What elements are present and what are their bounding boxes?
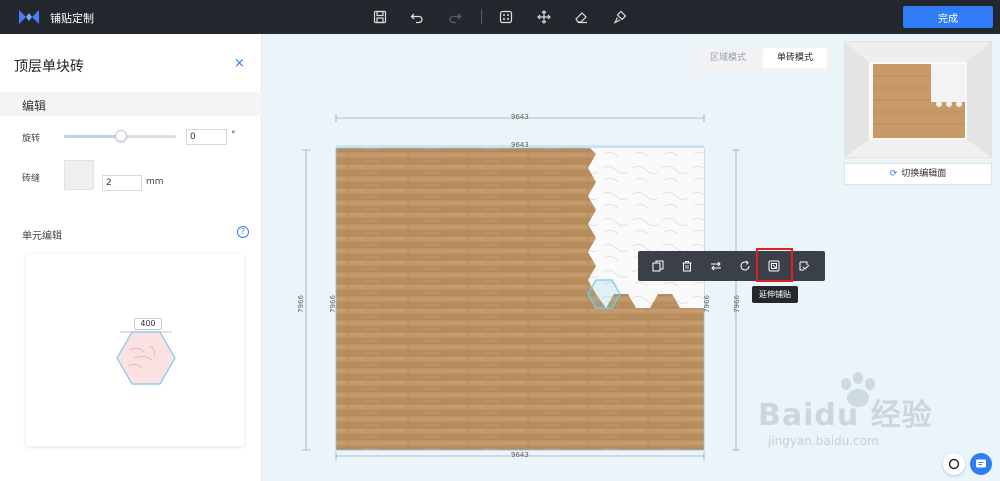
undo-icon[interactable] [408, 8, 426, 26]
copy-icon[interactable] [650, 258, 666, 274]
refresh-icon: ⟳ [889, 169, 898, 179]
height-left-inner-label: 7966 [328, 295, 337, 313]
left-panel: 顶层单块砖 × 编辑 旋转 ° 砖缝 mm 单元编辑 ? 400 [0, 34, 262, 481]
delete-icon[interactable] [679, 258, 695, 274]
edit-section-header: 编辑 [0, 92, 262, 116]
mode-toggle: 区域模式 单砖模式 [692, 45, 831, 71]
done-button[interactable]: 完成 [903, 6, 993, 28]
room-preview-thumbnail[interactable] [844, 41, 992, 158]
grout-label: 砖缝 [22, 174, 41, 184]
rotation-label: 旋转 [22, 134, 41, 144]
height-right-outer-label: 7966 [732, 295, 741, 313]
width-top-inner-label: 9643 [511, 141, 529, 149]
chat-button[interactable] [970, 453, 992, 475]
hexagon-tile-preview[interactable] [114, 328, 178, 388]
unit-edit-label: 单元编辑 [22, 231, 62, 242]
unit-edit-card: 400 [26, 254, 244, 446]
watermark-url: jingyan.baidu.com [768, 434, 879, 448]
baidu-watermark: Baidu 经验 jingyan.baidu.com [758, 372, 948, 462]
rotation-slider-fill [64, 135, 120, 138]
rotation-slider-thumb[interactable] [115, 130, 127, 142]
toolbar-divider [481, 9, 482, 24]
rotation-input[interactable] [186, 129, 227, 145]
fit-icon[interactable] [497, 8, 515, 26]
edit-check-icon[interactable] [796, 258, 812, 274]
panel-title: 顶层单块砖 [14, 59, 84, 75]
grout-color-swatch[interactable] [64, 160, 94, 190]
extend-tile-tooltip: 延伸铺贴 [752, 286, 798, 303]
watermark-brand: Baidu 经验 [758, 398, 933, 433]
width-top-outer-label: 9643 [511, 113, 529, 121]
eraser-icon[interactable] [572, 8, 590, 26]
switch-edit-face-button[interactable]: ⟳ 切换编辑面 [844, 163, 992, 185]
app-title: 铺贴定制 [50, 12, 94, 25]
area-mode-tab[interactable]: 区域模式 [696, 48, 760, 68]
record-button[interactable] [943, 453, 965, 475]
redo-icon[interactable] [446, 8, 464, 26]
grout-width-input[interactable] [102, 175, 142, 191]
grout-unit: mm [146, 177, 164, 187]
switch-edit-face-label: 切换编辑面 [901, 169, 947, 179]
rotate-icon[interactable] [737, 258, 753, 274]
swap-icon[interactable] [708, 258, 724, 274]
app-logo-icon [19, 10, 39, 24]
width-bottom-label: 9643 [511, 451, 529, 459]
circle-icon [948, 458, 960, 470]
move-icon[interactable] [535, 8, 553, 26]
tile-action-toolbar [638, 251, 825, 281]
top-bar: 铺贴定制 完成 [0, 0, 1000, 34]
help-icon[interactable]: ? [237, 226, 249, 238]
height-left-outer-label: 7966 [296, 295, 305, 313]
single-tile-mode-tab[interactable]: 单砖模式 [763, 48, 827, 68]
chat-icon [976, 459, 986, 468]
close-icon[interactable]: × [234, 56, 245, 71]
edit-section-title: 编辑 [22, 99, 47, 113]
save-icon[interactable] [371, 8, 389, 26]
rotation-unit: ° [231, 130, 236, 140]
brush-icon[interactable] [611, 8, 629, 26]
extend-tile-highlight [756, 248, 793, 282]
floor-canvas[interactable]: 9643 9643 9643 7966 7966 7966 7966 [296, 110, 760, 463]
height-right-inner-label: 7966 [702, 295, 711, 313]
